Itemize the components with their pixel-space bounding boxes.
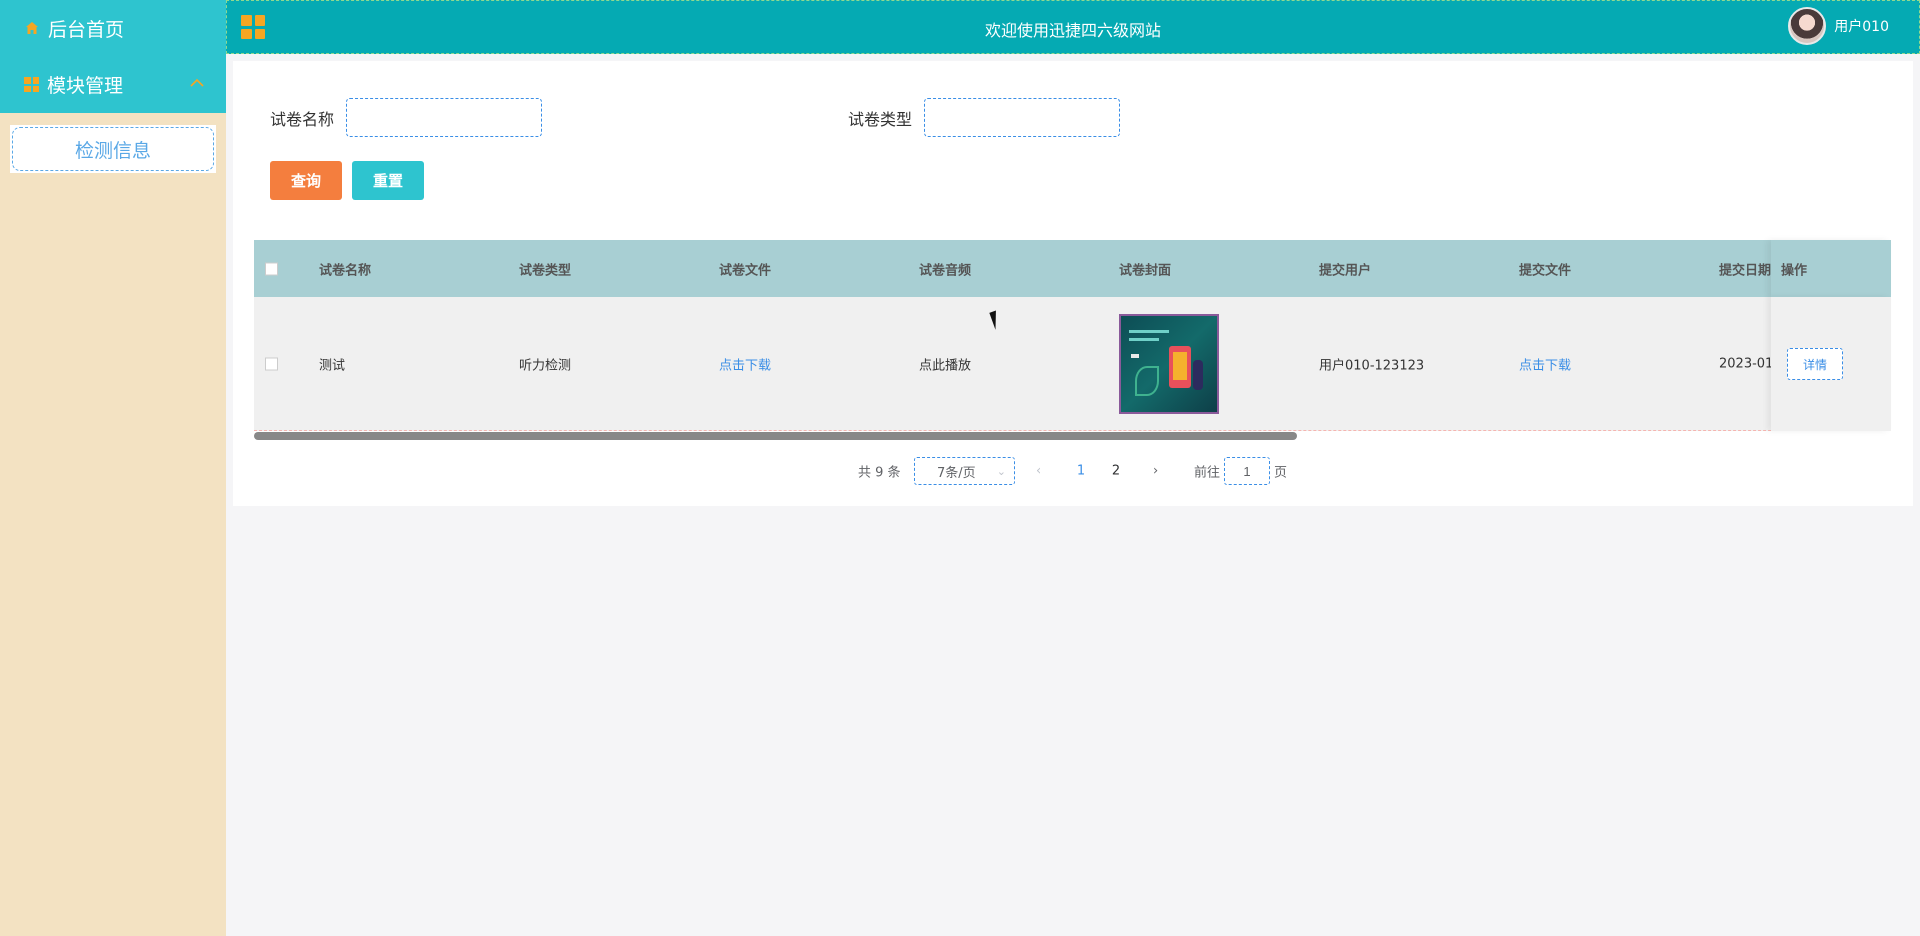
table-row: 测试 听力检测 点击下载 点此播放 用户010-123123 点击下载 2023… (254, 297, 1891, 431)
prev-page-icon[interactable]: ‹ (1036, 464, 1041, 479)
main-panel: 试卷名称 试卷类型 查询 重置 试卷名称 试卷类型 试卷文件 试卷音频 试卷封面… (233, 61, 1913, 506)
top-bar: 欢迎使用迅捷四六级网站 用户010 (226, 0, 1920, 54)
username: 用户010 (1834, 19, 1889, 35)
col-header-submit-file: 提交文件 (1519, 263, 1572, 278)
search-type-label: 试卷类型 (848, 109, 913, 129)
col-header-cover: 试卷封面 (1119, 263, 1172, 278)
fixed-action-column: 操作 详情 (1771, 240, 1891, 432)
cover-thumbnail (1119, 313, 1219, 414)
sidebar-item-module[interactable]: 模块管理 (0, 56, 226, 113)
col-header-action: 操作 (1781, 263, 1808, 278)
site-title: 欢迎使用迅捷四六级网站 (984, 21, 1161, 40)
sidebar-item-home-label: 后台首页 (48, 18, 125, 41)
pagination-total: 共 9 条 (858, 465, 901, 481)
goto-page-field[interactable] (1224, 457, 1270, 485)
page-suffix: 页 (1274, 465, 1288, 481)
col-header-file: 试卷文件 (719, 263, 772, 278)
page-size-value: 7条/页 (937, 465, 976, 481)
sidebar-item-module-label: 模块管理 (47, 75, 124, 97)
search-name-input[interactable] (346, 98, 543, 137)
cell-type: 听力检测 (519, 358, 572, 373)
horizontal-scrollbar[interactable] (254, 432, 1297, 440)
chevron-down-icon: ⌄ (996, 465, 1006, 478)
cover-image[interactable] (1119, 313, 1219, 414)
page-1[interactable]: 1 (1070, 464, 1092, 479)
goto-label: 前往 (1194, 465, 1221, 481)
sidebar-item-home[interactable]: 后台首页 (0, 0, 226, 56)
cell-user: 用户010-123123 (1319, 358, 1425, 373)
cell-date: 2023-01- (1719, 356, 1779, 371)
home-icon (26, 22, 38, 34)
col-header-date: 提交日期 (1719, 263, 1772, 278)
search-type-input[interactable] (924, 98, 1121, 137)
play-audio-link[interactable]: 点此播放 (919, 354, 971, 373)
col-header-audio: 试卷音频 (919, 263, 972, 278)
row-checkbox[interactable] (265, 357, 278, 370)
data-table: 试卷名称 试卷类型 试卷文件 试卷音频 试卷封面 提交用户 提交文件 提交日期 … (254, 240, 1891, 440)
cell-name: 测试 (319, 358, 346, 373)
select-all-checkbox[interactable] (265, 262, 278, 275)
search-name-group: 试卷名称 (270, 98, 543, 137)
chevron-up-icon (190, 78, 204, 87)
col-header-user: 提交用户 (1319, 263, 1372, 278)
page-size-select[interactable]: 7条/页 ⌄ (914, 457, 1015, 485)
avatar (1788, 7, 1827, 45)
goto-page-input[interactable] (1224, 457, 1270, 485)
search-name-label: 试卷名称 (270, 109, 335, 129)
module-icon (24, 77, 39, 92)
pagination: 共 9 条 7条/页 ⌄ ‹ 1 2 › 前往 页 (233, 457, 1913, 485)
sidebar-item-detection-info[interactable]: 检测信息 (12, 127, 214, 171)
reset-button[interactable]: 重置 (352, 161, 424, 200)
sidebar: 后台首页 模块管理 检测信息 (0, 0, 226, 936)
col-header-name: 试卷名称 (319, 263, 372, 278)
search-type-group: 试卷类型 (848, 98, 1121, 137)
col-header-type: 试卷类型 (519, 263, 572, 278)
table-header: 试卷名称 试卷类型 试卷文件 试卷音频 试卷封面 提交用户 提交文件 提交日期 (254, 240, 1891, 297)
user-menu[interactable]: 用户010 (1788, 7, 1889, 45)
sidebar-submenu: 检测信息 (10, 125, 216, 173)
query-button[interactable]: 查询 (270, 161, 342, 200)
next-page-icon[interactable]: › (1153, 464, 1158, 479)
download-file-link[interactable]: 点击下载 (719, 354, 771, 373)
download-submit-link[interactable]: 点击下载 (1519, 354, 1571, 373)
detail-button[interactable]: 详情 (1787, 348, 1843, 380)
page-2[interactable]: 2 (1105, 464, 1127, 479)
